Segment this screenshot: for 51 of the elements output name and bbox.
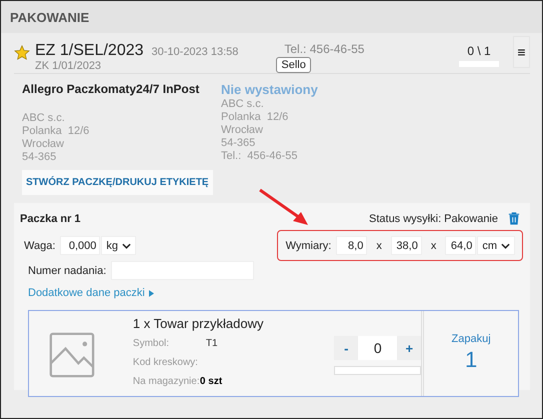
field-label: Symbol: (132, 338, 170, 349)
weight-label: Waga: (24, 240, 56, 252)
decrease-button[interactable]: - (334, 336, 358, 360)
pack-count: 1 (465, 347, 478, 373)
channel-badge: Sello (276, 57, 311, 73)
address-line: ABC s.c. (22, 112, 66, 125)
dimensions-label: Wymiary: (286, 240, 332, 252)
dimension-field[interactable]: 8,0 (336, 236, 368, 255)
unit-dropdown[interactable]: kg (101, 236, 136, 255)
menu-button[interactable]: ≡ (513, 36, 530, 68)
weight-field[interactable]: 0,000 (60, 236, 100, 255)
pointer-arrow (259, 188, 308, 225)
field-label: Kod kreskowy: (132, 357, 199, 368)
dimension-field[interactable]: 38,0 (390, 236, 422, 255)
address-line: ABC s.c. (221, 98, 265, 111)
trash-icon[interactable] (508, 211, 520, 226)
address-line: 54-365 (22, 151, 58, 164)
times-sign: x (376, 240, 382, 252)
increase-button[interactable]: + (397, 336, 422, 360)
unit-dropdown[interactable]: cm (477, 236, 515, 255)
tracking-label: Numer nadania: (28, 264, 106, 276)
times-sign: x (430, 240, 436, 252)
dimension-field[interactable]: 64,0 (445, 236, 476, 255)
order-date: 30-10-2023 13:58 (152, 46, 238, 58)
caret-right-icon (148, 290, 154, 296)
field-value: T1 (206, 338, 218, 349)
star-icon[interactable] (14, 45, 30, 61)
chevron-down-icon (122, 242, 132, 248)
invoice-status: Nie wystawiony (221, 82, 318, 97)
shipping-status: Status wysyłki: Pakowanie (369, 212, 498, 224)
packed-count: 0 \ 1 (467, 44, 491, 58)
quantity-field[interactable]: 0 (358, 336, 398, 360)
field-label: Na magazynie: (132, 376, 200, 387)
carrier-name: Allegro Paczkomaty24/7 InPost (22, 82, 200, 96)
pack-label[interactable]: Zapakuj (452, 333, 491, 345)
address-line: 54-365 (221, 137, 256, 150)
address-line: Wrocław (22, 138, 65, 151)
image-placeholder-icon (49, 331, 95, 379)
phone-number: Tel.: 456-46-55 (284, 42, 364, 56)
address-line: Tel.: 456-46-55 (221, 150, 298, 163)
product-title: 1 x Towar przykładowy (132, 316, 264, 331)
order-reference: ZK 1/01/2023 (35, 60, 102, 72)
field-value: 0 szt (200, 376, 222, 387)
address-line: Polanka 12/6 (221, 111, 290, 124)
package-title: Paczka nr 1 (20, 212, 81, 224)
address-line: Polanka 12/6 (22, 125, 90, 138)
panel-title: PAKOWANIE (10, 10, 90, 24)
address-line: Wrocław (221, 124, 264, 137)
create-label-button[interactable]: STWÓRZ PACZKĘ/DRUKUJ ETYKIETĘ (22, 170, 213, 195)
chevron-down-icon (501, 242, 510, 248)
order-number: EZ 1/SEL/2023 (35, 42, 144, 60)
